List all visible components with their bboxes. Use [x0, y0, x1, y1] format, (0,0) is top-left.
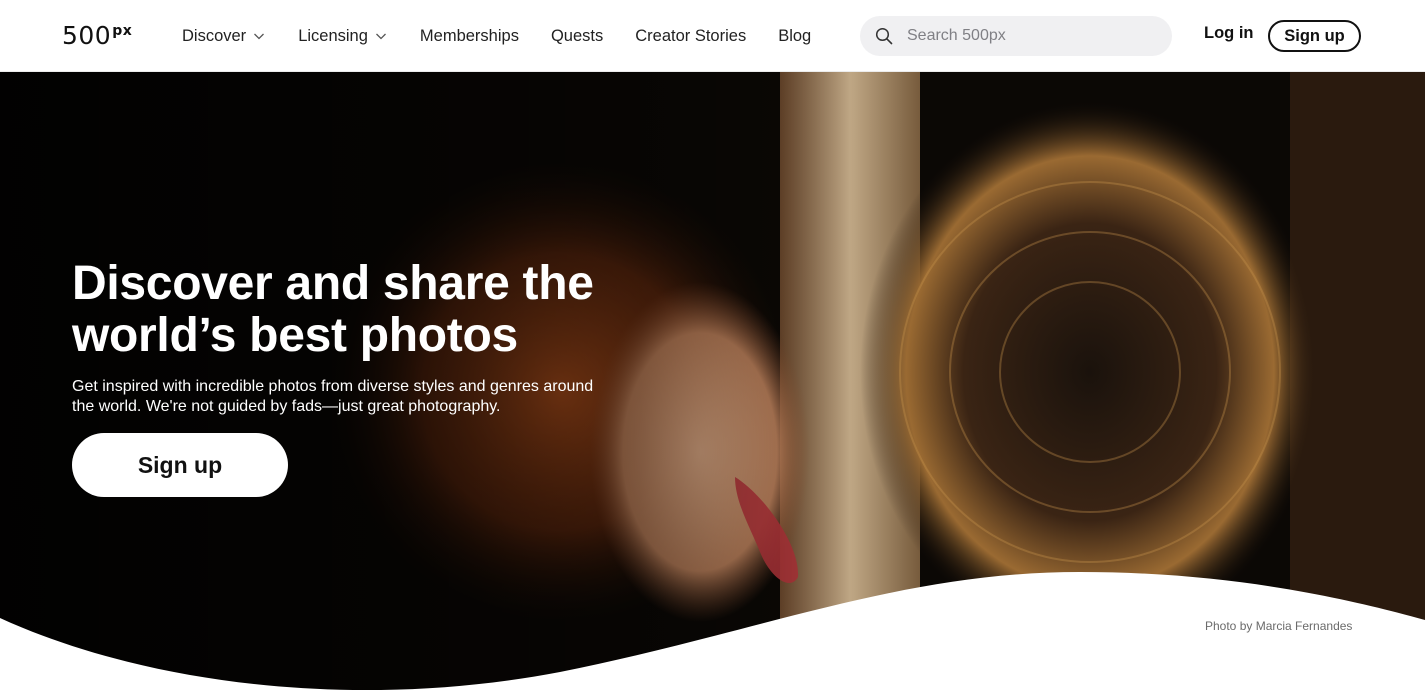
- nav-discover[interactable]: Discover: [182, 27, 266, 46]
- login-link[interactable]: Log in: [1204, 24, 1253, 43]
- search-input[interactable]: [907, 27, 1147, 45]
- hero-title: Discover and share the world’s best phot…: [72, 257, 594, 362]
- hero-subtitle: Get inspired with incredible photos from…: [72, 378, 594, 415]
- nav-creator-stories[interactable]: Creator Stories: [635, 27, 746, 46]
- nav-licensing[interactable]: Licensing: [298, 27, 388, 46]
- nav-memberships[interactable]: Memberships: [420, 27, 519, 46]
- logo-sup: px: [112, 23, 133, 39]
- hero-signup-button[interactable]: Sign up: [72, 433, 288, 497]
- nav-creator-stories-label: Creator Stories: [635, 26, 747, 45]
- photo-credit[interactable]: Photo by Marcia Fernandes: [1205, 619, 1352, 633]
- 500px-logo[interactable]: 500 px: [62, 20, 132, 52]
- nav-discover-label: Discover: [182, 26, 247, 45]
- search-icon: [875, 27, 893, 45]
- nav-blog-label: Blog: [778, 26, 812, 45]
- chevron-down-icon: [374, 29, 388, 43]
- nav-licensing-label: Licensing: [298, 26, 368, 45]
- chevron-down-icon: [252, 29, 266, 43]
- main-nav: Discover Licensing Memberships Quests Cr…: [182, 0, 843, 72]
- top-header: 500 px Discover Licensing Memberships Qu…: [0, 0, 1425, 72]
- nav-blog[interactable]: Blog: [778, 27, 811, 46]
- nav-quests[interactable]: Quests: [551, 27, 603, 46]
- nav-memberships-label: Memberships: [419, 26, 519, 45]
- nav-quests-label: Quests: [550, 26, 604, 45]
- hero-section: Discover and share the world’s best phot…: [0, 72, 1425, 690]
- search-bar[interactable]: [860, 16, 1172, 56]
- logo-text: 500: [62, 21, 112, 50]
- signup-button-header[interactable]: Sign up: [1268, 20, 1361, 52]
